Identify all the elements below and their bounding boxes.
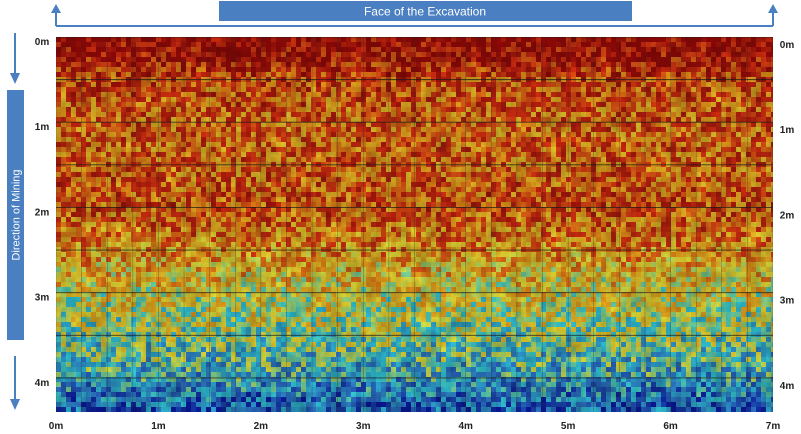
x-tick-label: 2m <box>254 421 269 432</box>
y-tick-label-left: 2m <box>35 207 50 218</box>
y-tick-label-right: 1m <box>780 125 795 136</box>
y-tick-label-right: 0m <box>780 40 795 51</box>
chart-title: Face of the Excavation <box>364 5 486 19</box>
chart-svg: Face of the Excavation Direction of Mini… <box>7 1 795 432</box>
y-tick-label-right: 4m <box>780 381 795 392</box>
x-tick-label: 1m <box>151 421 166 432</box>
y-tick-label-left: 1m <box>35 122 50 133</box>
ylabel: Direction of Mining <box>11 169 23 260</box>
x-tick-label: 5m <box>561 421 576 432</box>
y-tick-label-left: 4m <box>35 378 50 389</box>
x-tick-label: 6m <box>663 421 678 432</box>
heatmap <box>56 37 773 412</box>
y-tick-label-left: 3m <box>35 293 50 304</box>
x-tick-label: 7m <box>766 421 781 432</box>
x-tick-label: 0m <box>49 421 64 432</box>
x-tick-label: 3m <box>356 421 371 432</box>
y-tick-label-right: 3m <box>780 296 795 307</box>
y-tick-label-right: 2m <box>780 210 795 221</box>
y-tick-label-left: 0m <box>35 37 50 48</box>
x-tick-label: 4m <box>458 421 473 432</box>
